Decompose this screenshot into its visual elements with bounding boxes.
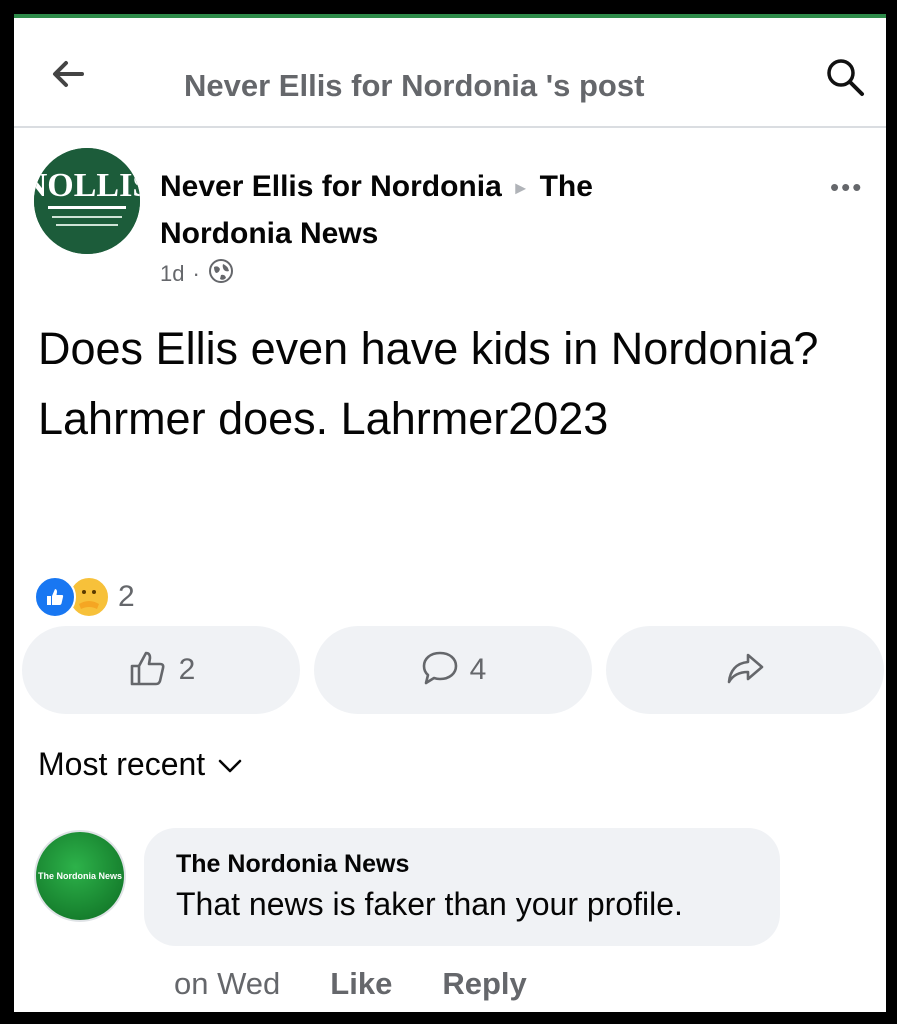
post-time[interactable]: 1d xyxy=(160,261,184,287)
comment-bubble[interactable]: The Nordonia News That news is faker tha… xyxy=(144,828,780,946)
post-meta: 1d · xyxy=(160,258,234,290)
post-actions: 2 4 xyxy=(22,626,886,714)
post-author-name[interactable]: Never Ellis for Nordonia xyxy=(160,170,502,203)
sort-label: Most recent xyxy=(38,746,206,782)
page-title: Never Ellis for Nordonia 's post xyxy=(184,68,645,103)
like-count: 2 xyxy=(178,653,196,686)
post-author-avatar[interactable]: NOLLIS xyxy=(34,148,140,254)
caret-right-icon: ► xyxy=(511,178,530,199)
comment-bubble-icon xyxy=(420,648,460,693)
share-button[interactable] xyxy=(606,626,884,714)
top-navigation-bar: Never Ellis for Nordonia 's post xyxy=(14,18,886,128)
like-button[interactable]: 2 xyxy=(22,626,300,714)
commenter-avatar[interactable]: The Nordonia News xyxy=(34,830,126,922)
comment-reply-button[interactable]: Reply xyxy=(442,966,526,1002)
post-author-line: Never Ellis for Nordonia ► The Nordonia Ne… xyxy=(160,164,720,257)
comment-time[interactable]: on Wed xyxy=(174,966,280,1002)
post-screen: Never Ellis for Nordonia 's post NOLLIS … xyxy=(14,14,886,1012)
comment-button[interactable]: 4 xyxy=(314,626,592,714)
like-reaction-icon xyxy=(34,576,76,618)
meta-separator: · xyxy=(192,261,200,286)
comment-count: 4 xyxy=(469,653,487,686)
comment-meta: on Wed Like Reply xyxy=(174,966,527,1002)
comment-author[interactable]: The Nordonia News xyxy=(176,850,409,879)
comment-sort-dropdown[interactable]: Most recent xyxy=(38,746,243,783)
chevron-down-icon xyxy=(217,746,243,783)
share-arrow-icon xyxy=(724,647,766,694)
commenter-avatar-text: The Nordonia News xyxy=(37,871,122,881)
reaction-count: 2 xyxy=(118,580,135,613)
avatar-logo-text: NOLLIS xyxy=(34,167,140,204)
comment-text: That news is faker than your profile. xyxy=(176,886,683,922)
globe-icon xyxy=(208,258,234,290)
more-options-icon[interactable]: ••• xyxy=(830,172,863,203)
search-icon[interactable] xyxy=(824,56,866,98)
reactions-summary[interactable]: 2 xyxy=(34,576,135,618)
back-arrow-icon[interactable] xyxy=(48,54,88,94)
post-body-text: Does Ellis even have kids in Nordonia? L… xyxy=(38,323,819,444)
thumbs-up-icon xyxy=(127,647,169,694)
comment-like-button[interactable]: Like xyxy=(330,966,392,1002)
